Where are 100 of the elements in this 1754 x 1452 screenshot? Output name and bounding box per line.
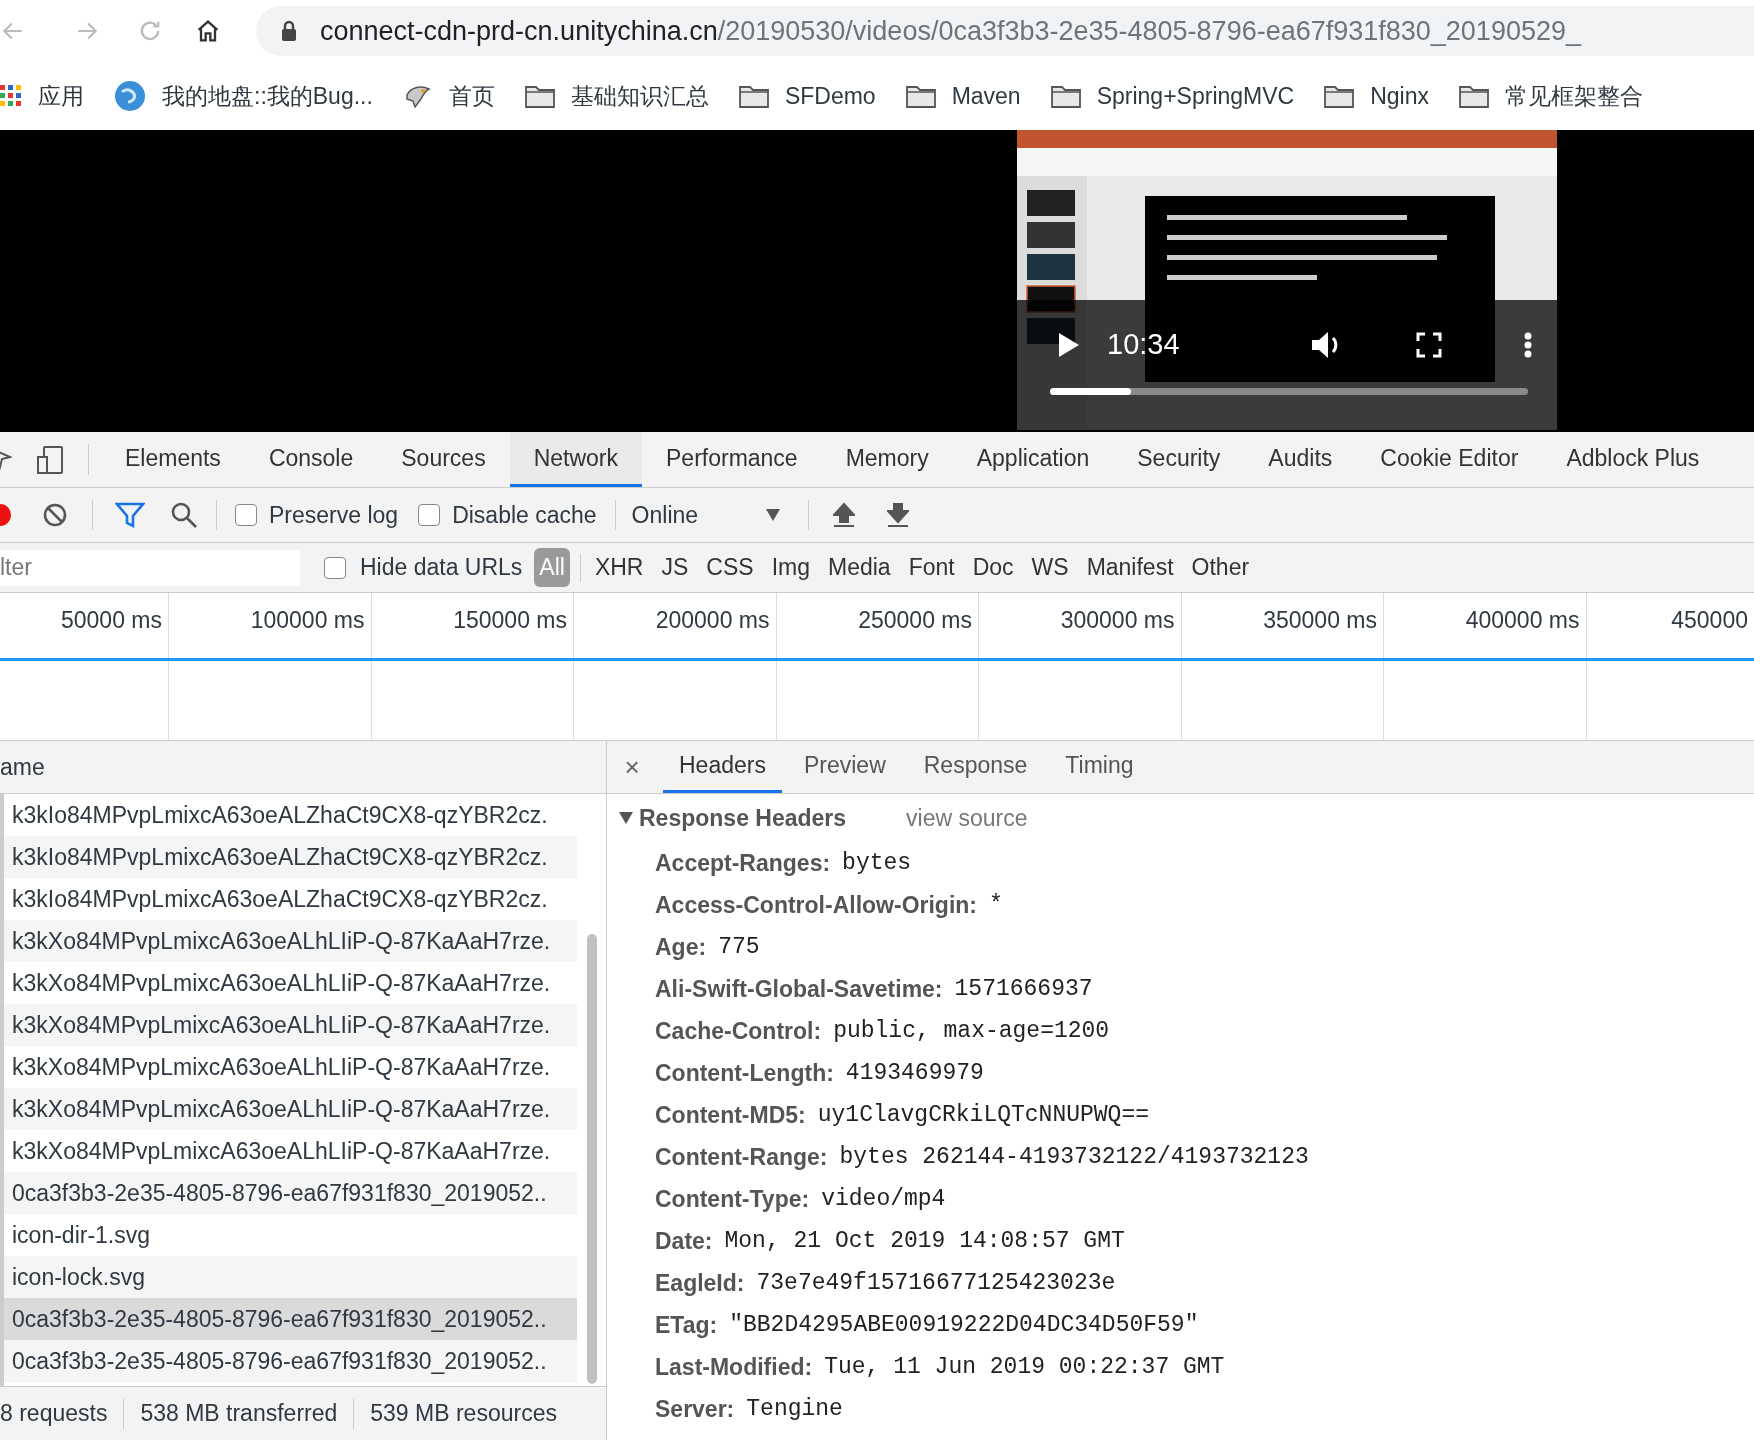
- header-value: bytes: [842, 848, 912, 878]
- record-icon[interactable]: [0, 503, 12, 527]
- address-bar[interactable]: connect-cdn-prd-cn.unitychina.cn/20190530/videos/0ca3f3b3-2e35-4805-8796-ea67f931f830_20190529_: [256, 6, 1754, 56]
- apps-grid-icon: [0, 85, 22, 107]
- bookmark[interactable]: 我的地盘::我的Bug...: [114, 78, 373, 114]
- header-value: Mon, 21 Oct 2019 14:08:57 GMT: [724, 1226, 1125, 1256]
- timeline-tick-label: 400000 ms: [1465, 606, 1580, 635]
- devtools-tab[interactable]: Memory: [821, 432, 953, 487]
- checkbox[interactable]: [235, 504, 257, 526]
- filter-type-button[interactable]: WS: [1027, 548, 1073, 587]
- summary-text: 539 MB resources: [370, 1399, 557, 1429]
- filter-type-button[interactable]: Font: [904, 548, 959, 587]
- request-row[interactable]: k3kXo84MPvpLmixcA63oeALhLIiP-Q-87KaAaH7rze.: [4, 1088, 577, 1130]
- timeline-tick-label: 250000 ms: [858, 606, 972, 635]
- more-icon[interactable]: [1523, 332, 1532, 358]
- request-row[interactable]: k3kXo84MPvpLmixcA63oeALhLIiP-Q-87KaAaH7rze.: [4, 1004, 577, 1046]
- devtools-tab[interactable]: Elements: [101, 432, 245, 487]
- section-toggle[interactable]: Response Headers: [619, 800, 847, 836]
- bookmark[interactable]: Nginx: [1324, 78, 1429, 114]
- checkbox-label: Hide data URLs: [360, 553, 523, 583]
- header-value: bytes 262144-4193732122/4193732123: [839, 1142, 1309, 1172]
- filter-type-button[interactable]: Img: [767, 548, 814, 587]
- bookmark[interactable]: 常见框架整合: [1459, 78, 1643, 114]
- filter-type-button[interactable]: JS: [657, 548, 693, 587]
- filter-type-button[interactable]: XHR: [590, 548, 648, 587]
- header-name: Content-Length:: [655, 1058, 834, 1088]
- request-row[interactable]: k3kIo84MPvpLmixcA63oeALZhaCt9CX8-qzYBR2cz.: [4, 836, 577, 878]
- upload-icon[interactable]: [832, 502, 855, 528]
- bookmark[interactable]: Spring+SpringMVC: [1050, 78, 1295, 114]
- header-name: Content-Type:: [655, 1184, 810, 1214]
- fullscreen-icon[interactable]: [1415, 332, 1442, 358]
- clear-icon[interactable]: [42, 502, 68, 528]
- globe-icon: [114, 80, 146, 112]
- header-value: 4193469979: [845, 1058, 984, 1088]
- devtools-tab[interactable]: Console: [244, 432, 378, 487]
- bookmark[interactable]: 首页: [402, 78, 495, 114]
- devtools-tab[interactable]: Performance: [642, 432, 822, 487]
- checkbox[interactable]: [324, 556, 346, 579]
- header-value: *: [989, 890, 1003, 920]
- header-name: Content-MD5:: [655, 1100, 806, 1130]
- section-title: Response Headers: [639, 803, 847, 833]
- search-icon[interactable]: [170, 501, 198, 529]
- checkbox[interactable]: [418, 504, 441, 526]
- devtools-tab[interactable]: Adblock Plus: [1542, 432, 1724, 487]
- header-value: 73e7e49f15716677125423023e: [756, 1268, 1116, 1298]
- request-row[interactable]: 0ca3f3b3-2e35-4805-8796-ea67f931f830_2019052..: [4, 1340, 577, 1382]
- header-name: Date:: [655, 1226, 713, 1256]
- throttling-dropdown[interactable]: Online: [631, 497, 780, 533]
- devtools-tab[interactable]: Security: [1113, 432, 1245, 487]
- detail-tab[interactable]: Response: [907, 741, 1044, 793]
- header-name: Last-Modified:: [655, 1352, 813, 1382]
- address-path: /20190530/videos/0ca3f3b3-2e35-4805-8796-ea67f931f830_20190529_: [717, 14, 1581, 48]
- header-value: uy1ClavgCRkiLQTcNNUPWQ==: [817, 1100, 1149, 1130]
- timeline-tick-label: 150000 ms: [453, 606, 567, 635]
- header-name: Cache-Control:: [655, 1016, 822, 1046]
- download-icon[interactable]: [886, 502, 909, 528]
- detail-tab[interactable]: Preview: [787, 741, 902, 793]
- bookmark[interactable]: 基础知识汇总: [524, 78, 709, 114]
- column-header[interactable]: ame: [0, 749, 45, 785]
- header-name: Accept-Ranges:: [655, 848, 831, 878]
- devtools-tab[interactable]: Network: [509, 432, 642, 487]
- devtools-tab[interactable]: Audits: [1244, 432, 1357, 487]
- devtools-tab[interactable]: Sources: [377, 432, 510, 487]
- detail-tab[interactable]: Timing: [1049, 741, 1150, 793]
- filter-type-button[interactable]: Doc: [968, 548, 1018, 587]
- devtools-tab[interactable]: Application: [952, 432, 1114, 487]
- play-icon[interactable]: [1057, 331, 1081, 359]
- filter-type-button[interactable]: CSS: [702, 548, 758, 587]
- header-value: 775: [718, 932, 760, 962]
- devtools-tab[interactable]: Cookie Editor: [1356, 432, 1543, 487]
- filter-field[interactable]: lter: [0, 549, 300, 586]
- folder-icon: [1459, 84, 1489, 108]
- header-name: Server:: [655, 1394, 735, 1424]
- header-value: Tengine: [746, 1394, 843, 1424]
- scrollbar-thumb[interactable]: [586, 934, 597, 1384]
- filter-type-button[interactable]: Manifest: [1082, 548, 1178, 587]
- progress-bar[interactable]: [1050, 388, 1528, 395]
- request-row[interactable]: 0ca3f3b3-2e35-4805-8796-ea67f931f830_2019052..: [4, 1298, 577, 1340]
- timeline-tick-label: 350000 ms: [1263, 606, 1377, 635]
- bookmark[interactable]: Maven: [905, 78, 1021, 114]
- close-button[interactable]: ×: [619, 741, 645, 793]
- dropdown-caret-icon: [765, 509, 780, 521]
- filter-type-button[interactable]: Media: [823, 548, 895, 587]
- header-value: 1571666937: [954, 974, 1093, 1004]
- address-host: connect-cdn-prd-cn.unitychina.cn: [320, 14, 718, 48]
- timeline-tick-label: 300000 ms: [1060, 606, 1175, 635]
- bookmark[interactable]: 应用: [0, 78, 84, 114]
- filter-icon[interactable]: [115, 501, 145, 529]
- folder-icon: [524, 84, 555, 108]
- device-icon[interactable]: [36, 444, 66, 475]
- request-row[interactable]: icon-lock.svg: [4, 1256, 577, 1298]
- summary-text: 538 MB transferred: [140, 1399, 338, 1429]
- filter-type-button[interactable]: Other: [1187, 548, 1254, 587]
- header-name: EagleId:: [655, 1268, 745, 1298]
- bookmark[interactable]: SFDemo: [738, 78, 876, 114]
- view-source-link[interactable]: view source: [906, 800, 1028, 836]
- request-row[interactable]: k3kXo84MPvpLmixcA63oeALhLIiP-Q-87KaAaH7rze.: [4, 920, 577, 962]
- request-row[interactable]: 0ca3f3b3-2e35-4805-8796-ea67f931f830_2019052..: [4, 1172, 577, 1214]
- header-name: ETag:: [655, 1310, 718, 1340]
- detail-tab[interactable]: Headers: [663, 741, 782, 793]
